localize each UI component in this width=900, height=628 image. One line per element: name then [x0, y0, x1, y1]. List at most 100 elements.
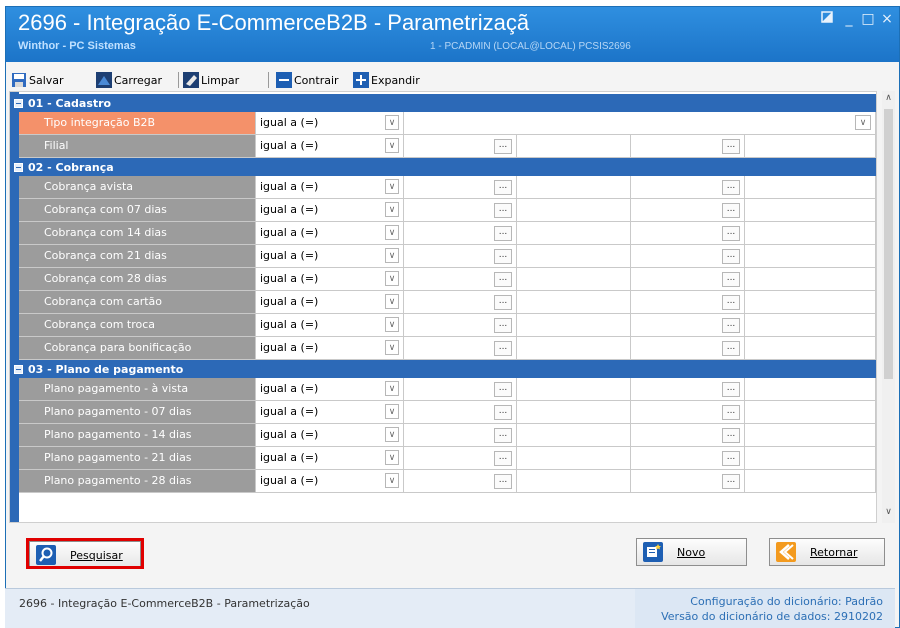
parameter-label[interactable]: Plano pagamento - 14 dias: [19, 424, 256, 447]
chevron-down-icon[interactable]: ∨: [385, 115, 399, 130]
section-header[interactable]: 03 - Plano de pagamento: [10, 360, 876, 378]
chevron-down-icon[interactable]: ∨: [385, 427, 399, 442]
value-input[interactable]: ...: [631, 176, 745, 199]
lookup-button[interactable]: ...: [722, 295, 740, 310]
operator-select[interactable]: igual a (=) ∨: [256, 314, 404, 337]
lookup-button[interactable]: ...: [722, 405, 740, 420]
chevron-down-icon[interactable]: ∨: [385, 473, 399, 488]
parameter-label[interactable]: Tipo integração B2B: [19, 112, 256, 135]
close-icon[interactable]: ×: [878, 11, 896, 27]
value-input[interactable]: ...: [404, 378, 517, 401]
operator-select[interactable]: igual a (=) ∨: [256, 447, 404, 470]
chevron-down-icon[interactable]: ∨: [385, 202, 399, 217]
operator-select[interactable]: igual a (=) ∨: [256, 112, 404, 135]
value-input[interactable]: ...: [631, 291, 745, 314]
value-input[interactable]: ...: [404, 176, 517, 199]
operator-select[interactable]: igual a (=) ∨: [256, 401, 404, 424]
value-input[interactable]: ...: [631, 424, 745, 447]
back-button[interactable]: Retornar: [769, 538, 885, 566]
lookup-button[interactable]: ...: [722, 382, 740, 397]
value-input[interactable]: ...: [631, 470, 745, 493]
value-input[interactable]: ...: [404, 222, 517, 245]
chevron-down-icon[interactable]: ∨: [385, 271, 399, 286]
section-header[interactable]: 01 - Cadastro: [10, 94, 876, 112]
lookup-button[interactable]: ...: [722, 428, 740, 443]
scrollbar-thumb[interactable]: [884, 109, 893, 379]
lookup-button[interactable]: ...: [494, 318, 512, 333]
value-input[interactable]: ...: [404, 447, 517, 470]
parameter-label[interactable]: Cobrança com troca: [19, 314, 256, 337]
operator-select[interactable]: igual a (=) ∨: [256, 135, 404, 158]
operator-select[interactable]: igual a (=) ∨: [256, 199, 404, 222]
lookup-button[interactable]: ...: [494, 249, 512, 264]
parameter-label[interactable]: Cobrança com 14 dias: [19, 222, 256, 245]
lookup-button[interactable]: ...: [494, 451, 512, 466]
collapse-toggle-icon[interactable]: [14, 98, 23, 108]
value-input[interactable]: ...: [631, 135, 745, 158]
operator-select[interactable]: igual a (=) ∨: [256, 245, 404, 268]
parameter-label[interactable]: Cobrança com cartão: [19, 291, 256, 314]
value-input[interactable]: ...: [404, 199, 517, 222]
lookup-button[interactable]: ...: [722, 474, 740, 489]
clear-button[interactable]: Limpar: [183, 71, 239, 89]
parameter-label[interactable]: Cobrança para bonificação: [19, 337, 256, 360]
parameter-label[interactable]: Cobrança com 21 dias: [19, 245, 256, 268]
lookup-button[interactable]: ...: [494, 203, 512, 218]
operator-select[interactable]: igual a (=) ∨: [256, 222, 404, 245]
lookup-button[interactable]: ...: [722, 139, 740, 154]
lookup-button[interactable]: ...: [494, 139, 512, 154]
load-button[interactable]: Carregar: [96, 71, 162, 89]
collapse-toggle-icon[interactable]: [14, 162, 23, 172]
parameter-label[interactable]: Plano pagamento - à vista: [19, 378, 256, 401]
value-input[interactable]: ...: [631, 447, 745, 470]
value-input[interactable]: ...: [631, 245, 745, 268]
chevron-down-icon[interactable]: ∨: [385, 179, 399, 194]
value-input[interactable]: ...: [404, 337, 517, 360]
value-input[interactable]: ...: [404, 314, 517, 337]
value-input[interactable]: ...: [404, 470, 517, 493]
value-input[interactable]: ...: [631, 378, 745, 401]
chevron-down-icon[interactable]: ∨: [385, 138, 399, 153]
chevron-down-icon[interactable]: ∨: [385, 317, 399, 332]
value-input[interactable]: ...: [404, 268, 517, 291]
operator-select[interactable]: igual a (=) ∨: [256, 176, 404, 199]
restore-icon[interactable]: [818, 11, 836, 27]
value-input[interactable]: ...: [404, 135, 517, 158]
scroll-up-icon[interactable]: ∧: [882, 93, 895, 107]
value-input[interactable]: ...: [631, 199, 745, 222]
lookup-button[interactable]: ...: [722, 249, 740, 264]
lookup-button[interactable]: ...: [494, 474, 512, 489]
chevron-down-icon[interactable]: ∨: [385, 404, 399, 419]
collapse-toggle-icon[interactable]: [14, 364, 23, 374]
operator-select[interactable]: igual a (=) ∨: [256, 378, 404, 401]
value-input[interactable]: ...: [404, 245, 517, 268]
operator-select[interactable]: igual a (=) ∨: [256, 268, 404, 291]
section-header[interactable]: 02 - Cobrança: [10, 158, 876, 176]
lookup-button[interactable]: ...: [722, 318, 740, 333]
lookup-button[interactable]: ...: [494, 180, 512, 195]
lookup-button[interactable]: ...: [494, 428, 512, 443]
chevron-down-icon[interactable]: ∨: [855, 115, 871, 130]
parameter-label[interactable]: Cobrança com 28 dias: [19, 268, 256, 291]
operator-select[interactable]: igual a (=) ∨: [256, 291, 404, 314]
lookup-button[interactable]: ...: [494, 405, 512, 420]
chevron-down-icon[interactable]: ∨: [385, 294, 399, 309]
parameter-label[interactable]: Filial: [19, 135, 256, 158]
lookup-button[interactable]: ...: [722, 451, 740, 466]
collapse-button[interactable]: Contrair: [276, 71, 339, 89]
value-input[interactable]: ...: [631, 401, 745, 424]
vertical-scrollbar[interactable]: ∧ ∨: [882, 91, 895, 523]
lookup-button[interactable]: ...: [494, 382, 512, 397]
operator-select[interactable]: igual a (=) ∨: [256, 424, 404, 447]
value-input[interactable]: ...: [631, 337, 745, 360]
chevron-down-icon[interactable]: ∨: [385, 381, 399, 396]
value-input[interactable]: ...: [404, 401, 517, 424]
new-button[interactable]: Novo: [636, 538, 747, 566]
minimize-icon[interactable]: _: [840, 11, 858, 27]
expand-button[interactable]: Expandir: [353, 71, 420, 89]
scroll-down-icon[interactable]: ∨: [882, 507, 895, 521]
operator-select[interactable]: igual a (=) ∨: [256, 470, 404, 493]
parameter-label[interactable]: Plano pagamento - 07 dias: [19, 401, 256, 424]
value-input[interactable]: ...: [631, 222, 745, 245]
lookup-button[interactable]: ...: [722, 203, 740, 218]
